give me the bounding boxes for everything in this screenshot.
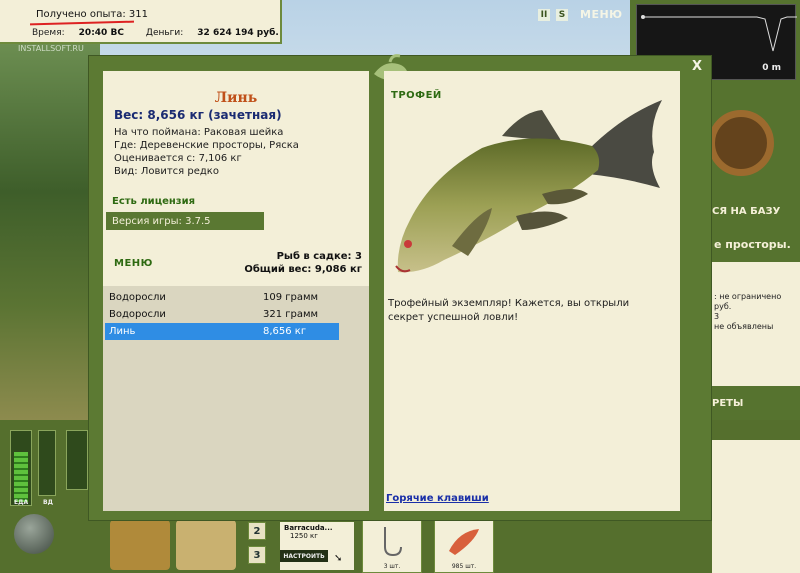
- depth-value: 0 m: [762, 63, 781, 73]
- lure-icon: [449, 529, 479, 555]
- list-item[interactable]: Водоросли 321 грамм: [105, 306, 339, 323]
- close-button[interactable]: X: [692, 59, 702, 74]
- ship-wheel-icon[interactable]: [708, 110, 774, 176]
- time-value: 20:40 ВС: [78, 28, 124, 38]
- trophy-message: Трофейный экземпляр! Кажется, вы открыли…: [388, 298, 630, 323]
- time-label: Время:: [32, 28, 65, 38]
- dialog-menu-button[interactable]: МЕНЮ: [114, 258, 153, 269]
- catch-weight: 8,656 кг: [263, 326, 307, 337]
- game-version: Версия игры: 3.7.5: [106, 212, 264, 230]
- slot-3-button[interactable]: 3: [248, 546, 266, 564]
- bait-weight: 1250 кг: [290, 532, 318, 540]
- xp-text: Получено опыта: 311: [36, 9, 148, 20]
- tench-fish-image: [395, 100, 662, 273]
- info-line: не объявлены: [714, 322, 774, 331]
- info-line: руб.: [714, 302, 732, 311]
- keepnet-total: Общий вес: 9,086 кг: [244, 264, 362, 275]
- main-menu-button[interactable]: МЕНЮ: [580, 8, 623, 21]
- keepnet-summary: Рыб в садке: 3 Общий вес: 9,086 кг: [244, 250, 362, 276]
- catch-weight: 109 грамм: [263, 292, 319, 303]
- secrets-text[interactable]: РЕТЫ: [712, 398, 743, 409]
- catch-weight: 321 грамм: [263, 309, 319, 320]
- lure-slot[interactable]: 985 шт.: [434, 520, 494, 573]
- status-panel: Получено опыта: 311 Время: 20:40 ВС День…: [0, 0, 282, 44]
- inventory-slot[interactable]: [66, 430, 88, 490]
- xp-underline: [29, 20, 135, 26]
- hotkeys-link[interactable]: Горячие клавиши: [386, 493, 489, 504]
- keepnet-count: Рыб в садке: 3: [276, 251, 362, 262]
- license-status: Есть лицензия: [112, 196, 196, 207]
- arrow-icon: ➘: [334, 553, 343, 564]
- catch-name: Водоросли: [109, 292, 166, 303]
- catch-name: Линь: [109, 326, 136, 337]
- bait-slot[interactable]: Barracuda... 1250 кг: [280, 522, 354, 570]
- food-meter: [10, 430, 32, 506]
- food-label: ЕДА: [14, 499, 29, 506]
- sound-button[interactable]: S: [556, 8, 568, 21]
- list-item-selected[interactable]: Линь 8,656 кг: [105, 323, 339, 340]
- hook-count: 3 шт.: [383, 563, 401, 570]
- time-money-row: Время: 20:40 ВС Деньги: 32 624 194 руб.: [32, 28, 279, 38]
- drink-label: ВД: [43, 499, 53, 506]
- fish-valued: Оценивается с: 7,106 кг: [114, 153, 242, 164]
- cooking-pot-icon[interactable]: [14, 514, 54, 554]
- food-meter-fill: [14, 452, 28, 502]
- watermark: INSTALLSOFT.RU: [18, 44, 84, 53]
- fish-location: Где: Деревенские просторы, Ряска: [114, 140, 299, 151]
- catch-name: Водоросли: [109, 309, 166, 320]
- setup-button[interactable]: НАСТРОИТЬ: [280, 550, 328, 562]
- lure-count: 985 шт.: [451, 563, 477, 570]
- pause-button[interactable]: II: [538, 8, 550, 21]
- list-item[interactable]: Водоросли 109 грамм: [105, 289, 339, 306]
- secrets-panel: [712, 440, 800, 573]
- fish-species: Вид: Ловится редко: [114, 166, 219, 177]
- location-text: е просторы.: [714, 238, 791, 251]
- drink-meter: [38, 430, 56, 496]
- bucket-icon[interactable]: [176, 520, 236, 570]
- fish-name: Линь: [214, 90, 258, 106]
- bait-name: Barracuda...: [284, 524, 333, 532]
- reeds-background: [0, 40, 100, 420]
- money-value: 32 624 194 руб.: [197, 28, 279, 38]
- slot-2-button[interactable]: 2: [248, 522, 266, 540]
- hook-slot[interactable]: 3 шт.: [362, 520, 422, 573]
- money-label: Деньги:: [145, 28, 184, 38]
- info-line: : не ограничено: [714, 292, 782, 301]
- fish-bait: На что поймана: Раковая шейка: [114, 127, 284, 138]
- hook-icon: [384, 527, 402, 557]
- top-controls: II S МЕНЮ: [538, 8, 623, 21]
- food-basket-icon[interactable]: [110, 520, 170, 570]
- info-line: 3: [714, 312, 720, 321]
- fish-weight: Вес: 8,656 кг (зачетная): [114, 108, 282, 122]
- go-to-base-text[interactable]: СЯ НА БАЗУ: [712, 206, 780, 217]
